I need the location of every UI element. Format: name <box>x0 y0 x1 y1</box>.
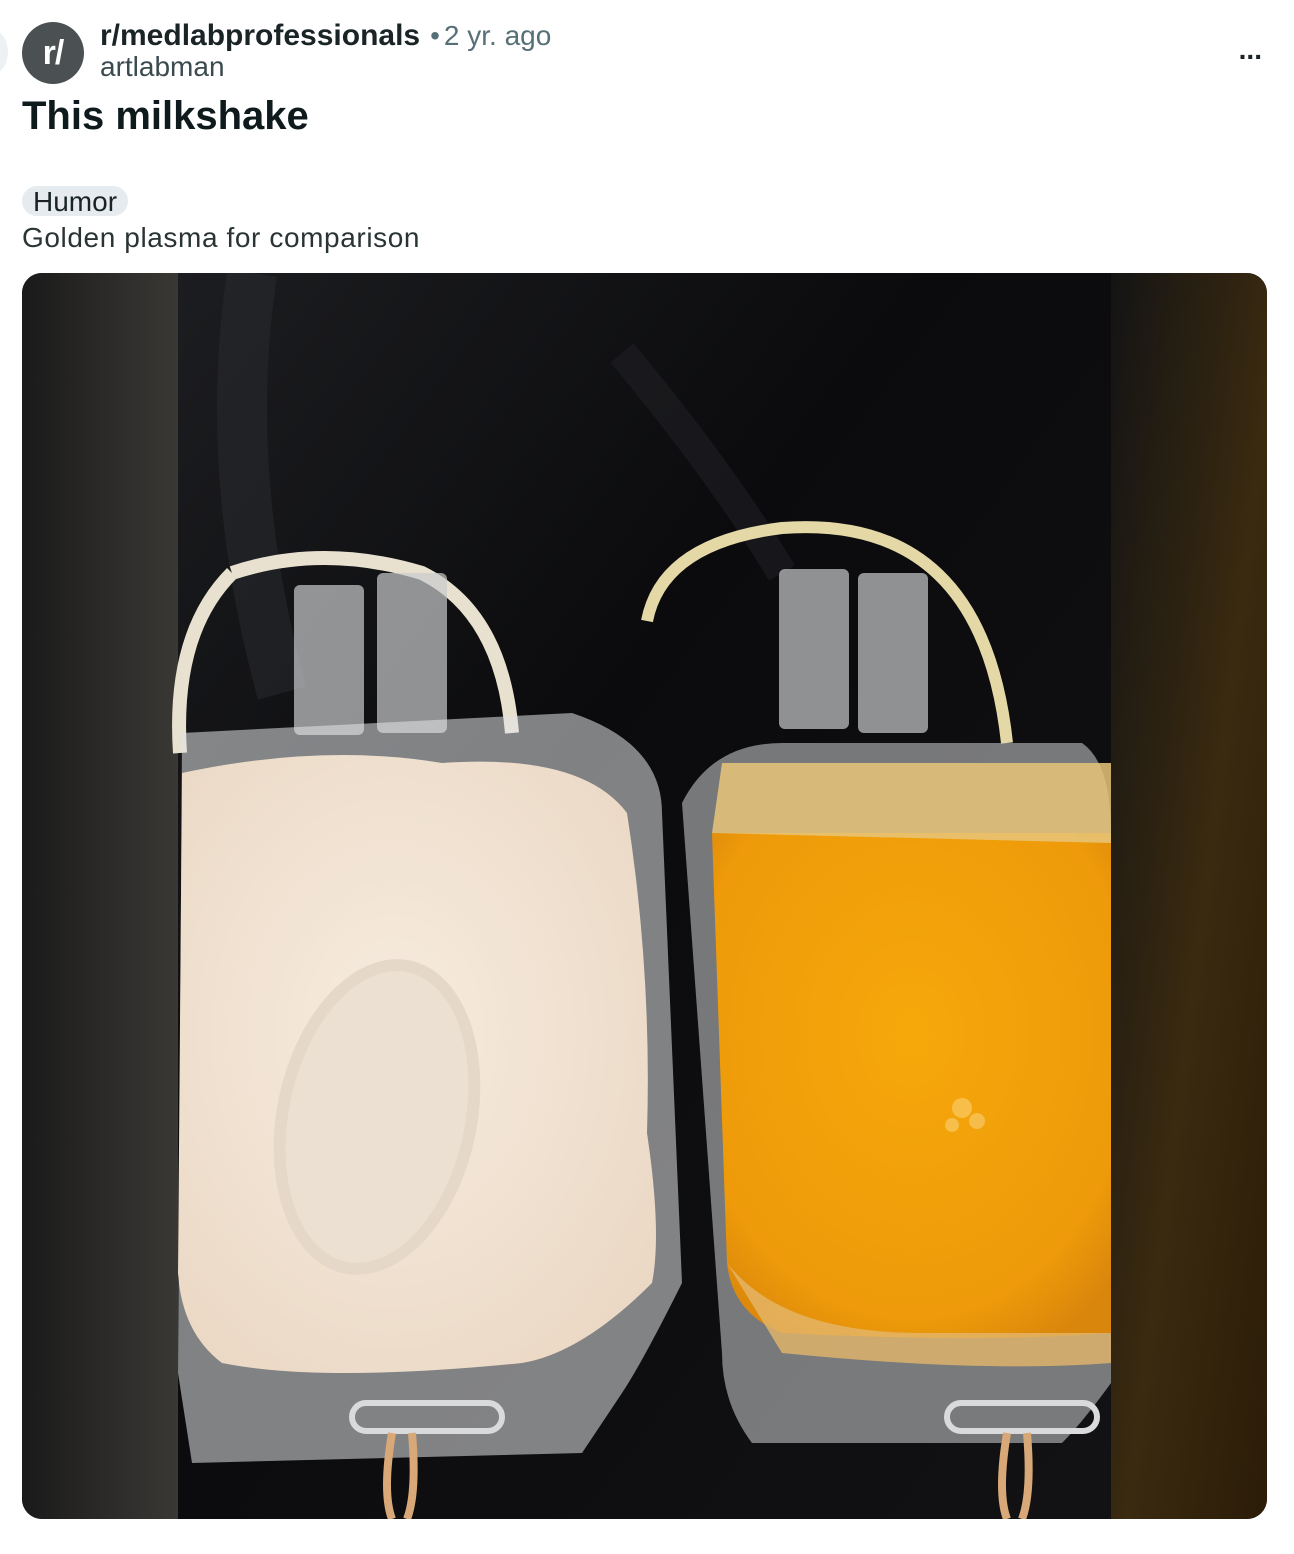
subreddit-avatar[interactable]: r/ <box>22 22 84 84</box>
meta-row: r/medlabprofessionals • 2 yr. ago <box>100 20 551 52</box>
subreddit-link[interactable]: r/medlabprofessionals <box>100 20 420 52</box>
post-timestamp: 2 yr. ago <box>443 20 552 51</box>
post-body: Golden plasma for comparison <box>22 222 421 253</box>
post-image[interactable] <box>22 273 1267 1519</box>
meta-separator: • <box>430 20 440 51</box>
more-horizontal-icon[interactable]: ... <box>1239 34 1262 66</box>
edge-bubble <box>0 30 8 74</box>
post-title[interactable]: This milkshake <box>22 94 309 139</box>
post-flair[interactable]: Humor <box>22 186 129 217</box>
plasma-bags-photo <box>22 273 1267 1519</box>
post-container: r/ r/medlabprofessionals • 2 yr. ago art… <box>0 0 1294 1554</box>
post-meta: r/medlabprofessionals • 2 yr. ago artlab… <box>100 20 551 82</box>
author-link[interactable]: artlabman <box>100 52 551 82</box>
